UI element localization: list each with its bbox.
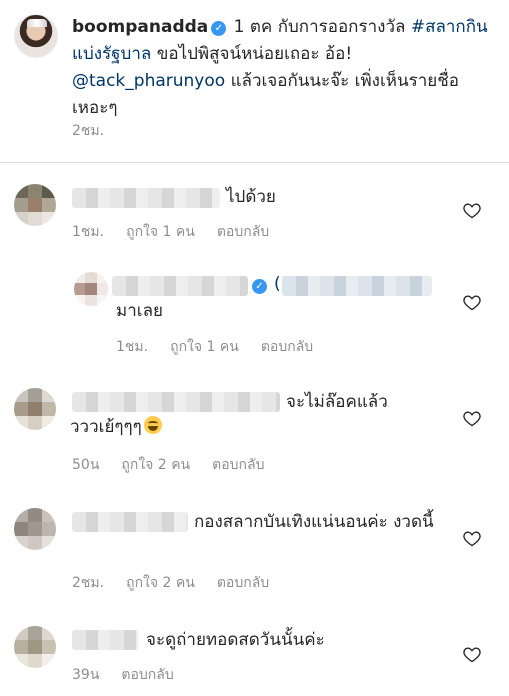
commenter-avatar[interactable]: [14, 184, 56, 226]
caption-part-1: 1 ตค กับการออกรางวัล: [228, 17, 411, 37]
verified-badge-icon: ✓: [211, 21, 227, 36]
blurred-username[interactable]: [112, 276, 248, 296]
verified-badge-icon: ✓: [252, 279, 267, 294]
commenter-avatar[interactable]: [14, 508, 56, 550]
reply-button[interactable]: ตอบกลับ: [261, 339, 313, 355]
blurred-username[interactable]: [72, 630, 138, 650]
comment-item: จะดูถ่ายทอดสดวันนั้นค่ะ 39น ตอบกลับ: [0, 620, 509, 696]
like-count[interactable]: ถูกใจ 2 คน: [126, 575, 195, 591]
heart-outline-icon[interactable]: [462, 408, 482, 428]
comment-time[interactable]: 1ชม.: [72, 224, 104, 240]
author-avatar[interactable]: [14, 14, 58, 58]
post-caption: boompanadda ✓ 1 ตค กับการออกรางวัล #สลากก…: [0, 0, 509, 162]
commenter-avatar[interactable]: [14, 626, 56, 668]
crown-decoration: [27, 19, 47, 27]
caption-part-2: ขอไปพิสูจน์หน่อยเถอะ อ้อ!: [151, 44, 353, 64]
mention-link[interactable]: @tack_pharunyoo: [72, 71, 225, 91]
heart-outline-icon[interactable]: [462, 292, 482, 312]
mention-prefix[interactable]: (: [274, 272, 281, 297]
reply-button[interactable]: ตอบกลับ: [217, 575, 269, 591]
post-time[interactable]: 2ชม.: [72, 120, 104, 142]
comment-item: ไปด้วย 1ชม. ถูกใจ 1 คน ตอบกลับ: [0, 176, 509, 246]
blurred-mention[interactable]: [282, 276, 432, 296]
tears-of-joy-emoji-icon: [143, 416, 162, 434]
comment-item: กองสลากบันเทิงแน่นอนค่ะ งวดนี้ 2ชม. ถูกใจ…: [0, 502, 509, 602]
comment-meta: 50น ถูกใจ 2 คน ตอบกลับ: [72, 454, 286, 476]
comment-meta: 2ชม. ถูกใจ 2 คน ตอบกลับ: [72, 572, 291, 594]
like-count[interactable]: ถูกใจ 1 คน: [126, 224, 195, 240]
comment-meta: 1ชม. ถูกใจ 1 คน ตอบกลับ: [116, 336, 335, 358]
comment-time[interactable]: 2ชม.: [72, 575, 104, 591]
comment-text: มาเลย: [116, 301, 163, 321]
comment-text-content: จะไม่ล๊อคแล้ววววเย้ๆๆๆ: [70, 392, 388, 437]
heart-outline-icon[interactable]: [462, 644, 482, 664]
comment-text: จะไม่ล๊อคแล้ววววเย้ๆๆๆ: [70, 390, 400, 440]
comment-meta: 1ชม. ถูกใจ 1 คน ตอบกลับ: [72, 221, 291, 243]
comment-item: จะไม่ล๊อคแล้ววววเย้ๆๆๆ 50น ถูกใจ 2 คน ตอบก…: [0, 382, 509, 482]
caption-text: boompanadda ✓ 1 ตค กับการออกรางวัล #สลากก…: [72, 14, 502, 122]
comment-time[interactable]: 39น: [72, 667, 99, 683]
heart-outline-icon[interactable]: [462, 528, 482, 548]
reply-button[interactable]: ตอบกลับ: [121, 667, 173, 683]
divider: [0, 162, 509, 163]
blurred-username[interactable]: [72, 188, 220, 208]
comment-text: จะดูถ่ายทอดสดวันนั้นค่ะ: [146, 630, 325, 650]
comment-time[interactable]: 50น: [72, 457, 99, 473]
heart-outline-icon[interactable]: [462, 200, 482, 220]
like-count[interactable]: ถูกใจ 1 คน: [170, 339, 239, 355]
comment-meta: 39น ตอบกลับ: [72, 664, 196, 686]
reply-comment-item: ✓ ( มาเลย 1ชม. ถูกใจ 1 คน ตอบกลับ: [0, 262, 509, 362]
comment-text: ไปด้วย: [226, 187, 276, 207]
commenter-avatar[interactable]: [14, 388, 56, 430]
comment-time[interactable]: 1ชม.: [116, 339, 148, 355]
reply-button[interactable]: ตอบกลับ: [212, 457, 264, 473]
like-count[interactable]: ถูกใจ 2 คน: [121, 457, 190, 473]
reply-button[interactable]: ตอบกลับ: [217, 224, 269, 240]
author-username[interactable]: boompanadda: [72, 17, 208, 37]
comment-text: กองสลากบันเทิงแน่นอนค่ะ งวดนี้: [194, 512, 434, 532]
commenter-avatar[interactable]: [74, 272, 108, 306]
